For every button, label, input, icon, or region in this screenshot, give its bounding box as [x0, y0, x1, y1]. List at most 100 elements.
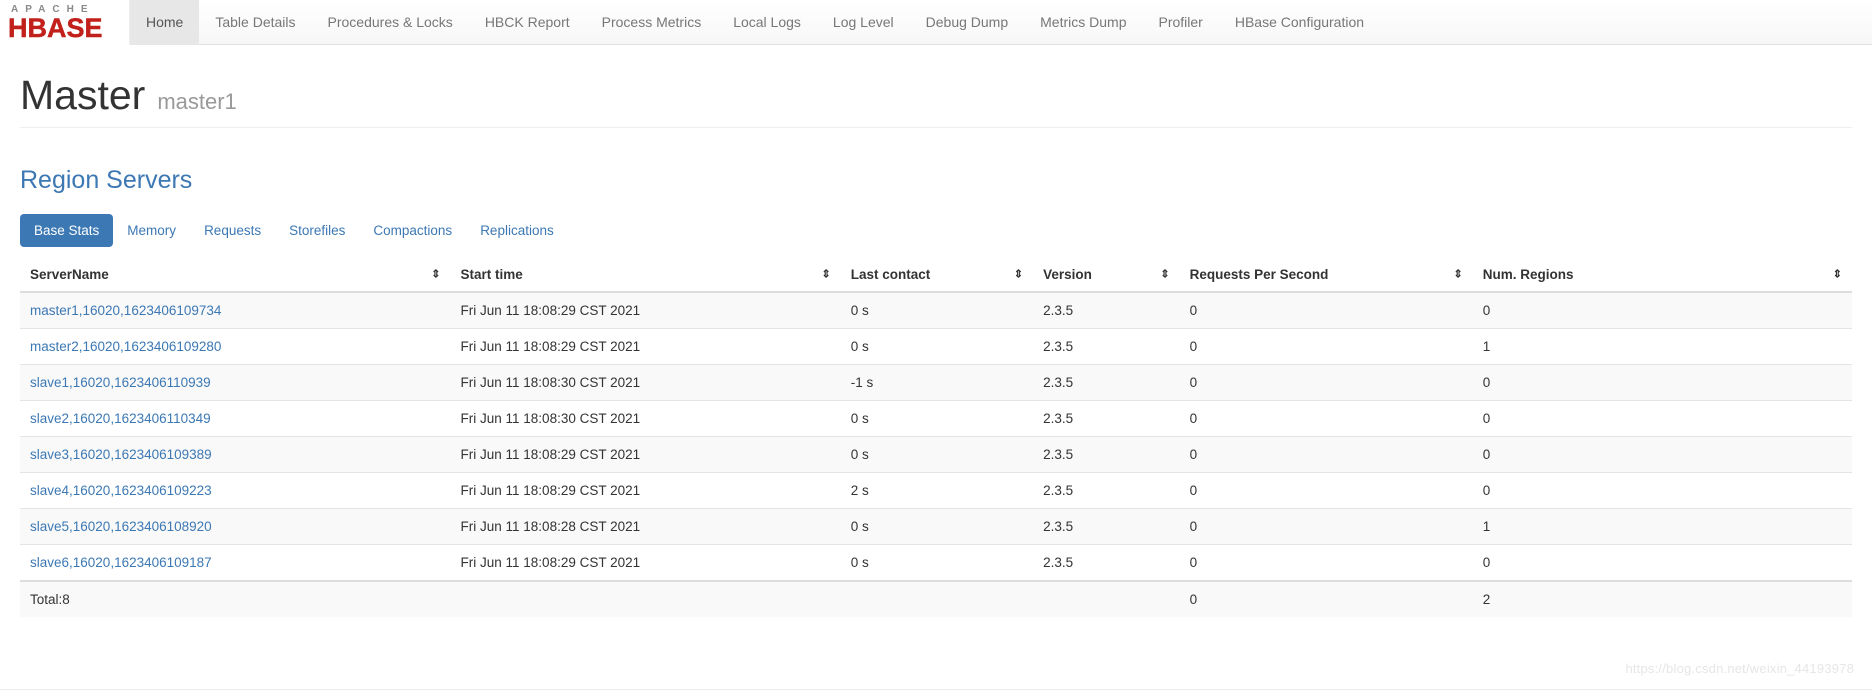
cell-version: 2.3.5: [1033, 435, 1180, 473]
watermark-text: https://blog.csdn.net/weixin_44193978: [1625, 661, 1854, 676]
server-link[interactable]: slave1,16020,1623406110939: [30, 375, 211, 390]
server-link[interactable]: slave2,16020,1623406110349: [30, 411, 211, 426]
column-header-start-time[interactable]: Start time ⇕: [450, 258, 841, 293]
nav-item-process-metrics[interactable]: Process Metrics: [586, 0, 718, 45]
cell-start-time: Fri Jun 11 18:08:28 CST 2021: [450, 507, 841, 545]
navbar-links: Home Table Details Procedures & Locks HB…: [130, 0, 1380, 45]
table-header-row: ServerName ⇕ Start time ⇕ Last contact ⇕…: [20, 258, 1852, 293]
column-header-start-time-label: Start time: [460, 266, 523, 282]
server-link[interactable]: master1,16020,1623406109734: [30, 303, 221, 318]
table-row: slave1,16020,1623406110939 Fri Jun 11 18…: [20, 363, 1852, 401]
cell-start-time: Fri Jun 11 18:08:30 CST 2021: [450, 399, 841, 437]
cell-num-regions: 0: [1472, 363, 1852, 401]
hbase-logo[interactable]: APACHE HBASE: [0, 0, 130, 45]
sort-toggle-icon[interactable]: ⇕: [1833, 269, 1842, 280]
region-servers-table: ServerName ⇕ Start time ⇕ Last contact ⇕…: [20, 258, 1852, 617]
cell-total-last-contact: [840, 579, 1034, 617]
nav-item-home[interactable]: Home: [130, 0, 200, 45]
table-row: slave5,16020,1623406108920 Fri Jun 11 18…: [20, 507, 1852, 545]
column-header-version[interactable]: Version ⇕: [1033, 258, 1180, 293]
cell-requests-per-second: 0: [1179, 327, 1473, 365]
column-header-servername[interactable]: ServerName ⇕: [20, 258, 451, 293]
cell-last-contact: 0 s: [840, 327, 1034, 365]
tab-compactions[interactable]: Compactions: [359, 214, 466, 247]
cell-version: 2.3.5: [1033, 543, 1180, 581]
sort-toggle-icon[interactable]: ⇕: [822, 269, 831, 280]
cell-start-time: Fri Jun 11 18:08:30 CST 2021: [450, 363, 841, 401]
cell-requests-per-second: 0: [1179, 507, 1473, 545]
table-row: slave2,16020,1623406110349 Fri Jun 11 18…: [20, 399, 1852, 437]
nav-item-profiler[interactable]: Profiler: [1143, 0, 1219, 45]
nav-item-log-level[interactable]: Log Level: [817, 0, 910, 45]
table-body: master1,16020,1623406109734 Fri Jun 11 1…: [20, 291, 1852, 617]
bottom-divider: [0, 689, 1872, 690]
cell-last-contact: 0 s: [840, 435, 1034, 473]
column-header-last-contact[interactable]: Last contact ⇕: [840, 258, 1034, 293]
tab-memory[interactable]: Memory: [113, 214, 190, 247]
cell-start-time: Fri Jun 11 18:08:29 CST 2021: [450, 543, 841, 581]
cell-server-name: slave4,16020,1623406109223: [20, 471, 451, 509]
cell-server-name: slave3,16020,1623406109389: [20, 435, 451, 473]
nav-item-local-logs[interactable]: Local Logs: [717, 0, 817, 45]
column-header-requests-per-second[interactable]: Requests Per Second ⇕: [1179, 258, 1473, 293]
cell-requests-per-second: 0: [1179, 543, 1473, 581]
nav-item-metrics-dump[interactable]: Metrics Dump: [1024, 0, 1142, 45]
table-total-row: Total:8 0 2: [20, 579, 1852, 617]
cell-total-requests-per-second: 0: [1179, 579, 1473, 617]
page-title-subtext: master1: [157, 89, 237, 114]
tab-base-stats[interactable]: Base Stats: [20, 213, 114, 247]
cell-requests-per-second: 0: [1179, 471, 1473, 509]
server-link[interactable]: slave5,16020,1623406108920: [30, 519, 212, 534]
sort-toggle-icon[interactable]: ⇕: [431, 269, 440, 280]
page-title: Master master1: [20, 72, 1852, 118]
cell-last-contact: 0 s: [840, 543, 1034, 581]
cell-start-time: Fri Jun 11 18:08:29 CST 2021: [450, 471, 841, 509]
cell-version: 2.3.5: [1033, 471, 1180, 509]
page-content: Master master1 Region Servers Base Stats…: [0, 45, 1872, 617]
table-row: slave6,16020,1623406109187 Fri Jun 11 18…: [20, 543, 1852, 581]
cell-server-name: slave6,16020,1623406109187: [20, 543, 451, 581]
column-header-servername-label: ServerName: [30, 266, 109, 282]
cell-start-time: Fri Jun 11 18:08:29 CST 2021: [450, 435, 841, 473]
nav-item-hbase-configuration[interactable]: HBase Configuration: [1219, 0, 1380, 45]
region-servers-tabs: Base Stats Memory Requests Storefiles Co…: [20, 213, 1852, 247]
sort-toggle-icon[interactable]: ⇕: [1454, 269, 1463, 280]
cell-num-regions: 0: [1472, 543, 1852, 581]
cell-total-start-time: [450, 579, 841, 617]
nav-item-procedures-and-locks[interactable]: Procedures & Locks: [312, 0, 469, 45]
tab-storefiles[interactable]: Storefiles: [275, 214, 359, 247]
cell-server-name: master2,16020,1623406109280: [20, 327, 451, 365]
table-row: master1,16020,1623406109734 Fri Jun 11 1…: [20, 291, 1852, 329]
cell-server-name: slave1,16020,1623406110939: [20, 363, 451, 401]
tab-requests[interactable]: Requests: [190, 214, 275, 247]
server-link[interactable]: slave3,16020,1623406109389: [30, 447, 212, 462]
cell-requests-per-second: 0: [1179, 435, 1473, 473]
sort-toggle-icon[interactable]: ⇕: [1014, 269, 1023, 280]
nav-item-hbck-report[interactable]: HBCK Report: [469, 0, 586, 45]
cell-requests-per-second: 0: [1179, 363, 1473, 401]
server-link[interactable]: slave4,16020,1623406109223: [30, 483, 212, 498]
section-title-region-servers: Region Servers: [20, 166, 193, 195]
cell-version: 2.3.5: [1033, 507, 1180, 545]
column-header-version-label: Version: [1043, 266, 1092, 282]
cell-last-contact: 0 s: [840, 507, 1034, 545]
cell-version: 2.3.5: [1033, 327, 1180, 365]
cell-server-name: slave5,16020,1623406108920: [20, 507, 451, 545]
tab-replications[interactable]: Replications: [466, 214, 568, 247]
cell-total-version: [1033, 579, 1180, 617]
server-link[interactable]: slave6,16020,1623406109187: [30, 555, 212, 570]
cell-last-contact: 2 s: [840, 471, 1034, 509]
server-link[interactable]: master2,16020,1623406109280: [30, 339, 221, 354]
cell-start-time: Fri Jun 11 18:08:29 CST 2021: [450, 327, 841, 365]
top-navbar: APACHE HBASE Home Table Details Procedur…: [0, 0, 1872, 45]
nav-item-debug-dump[interactable]: Debug Dump: [910, 0, 1025, 45]
nav-item-table-details[interactable]: Table Details: [199, 0, 311, 45]
table-head: ServerName ⇕ Start time ⇕ Last contact ⇕…: [20, 258, 1852, 293]
cell-version: 2.3.5: [1033, 363, 1180, 401]
cell-server-name: slave2,16020,1623406110349: [20, 399, 451, 437]
cell-version: 2.3.5: [1033, 291, 1180, 329]
cell-num-regions: 0: [1472, 399, 1852, 437]
column-header-num-regions[interactable]: Num. Regions ⇕: [1472, 258, 1852, 293]
sort-toggle-icon[interactable]: ⇕: [1160, 269, 1169, 280]
cell-requests-per-second: 0: [1179, 291, 1473, 329]
